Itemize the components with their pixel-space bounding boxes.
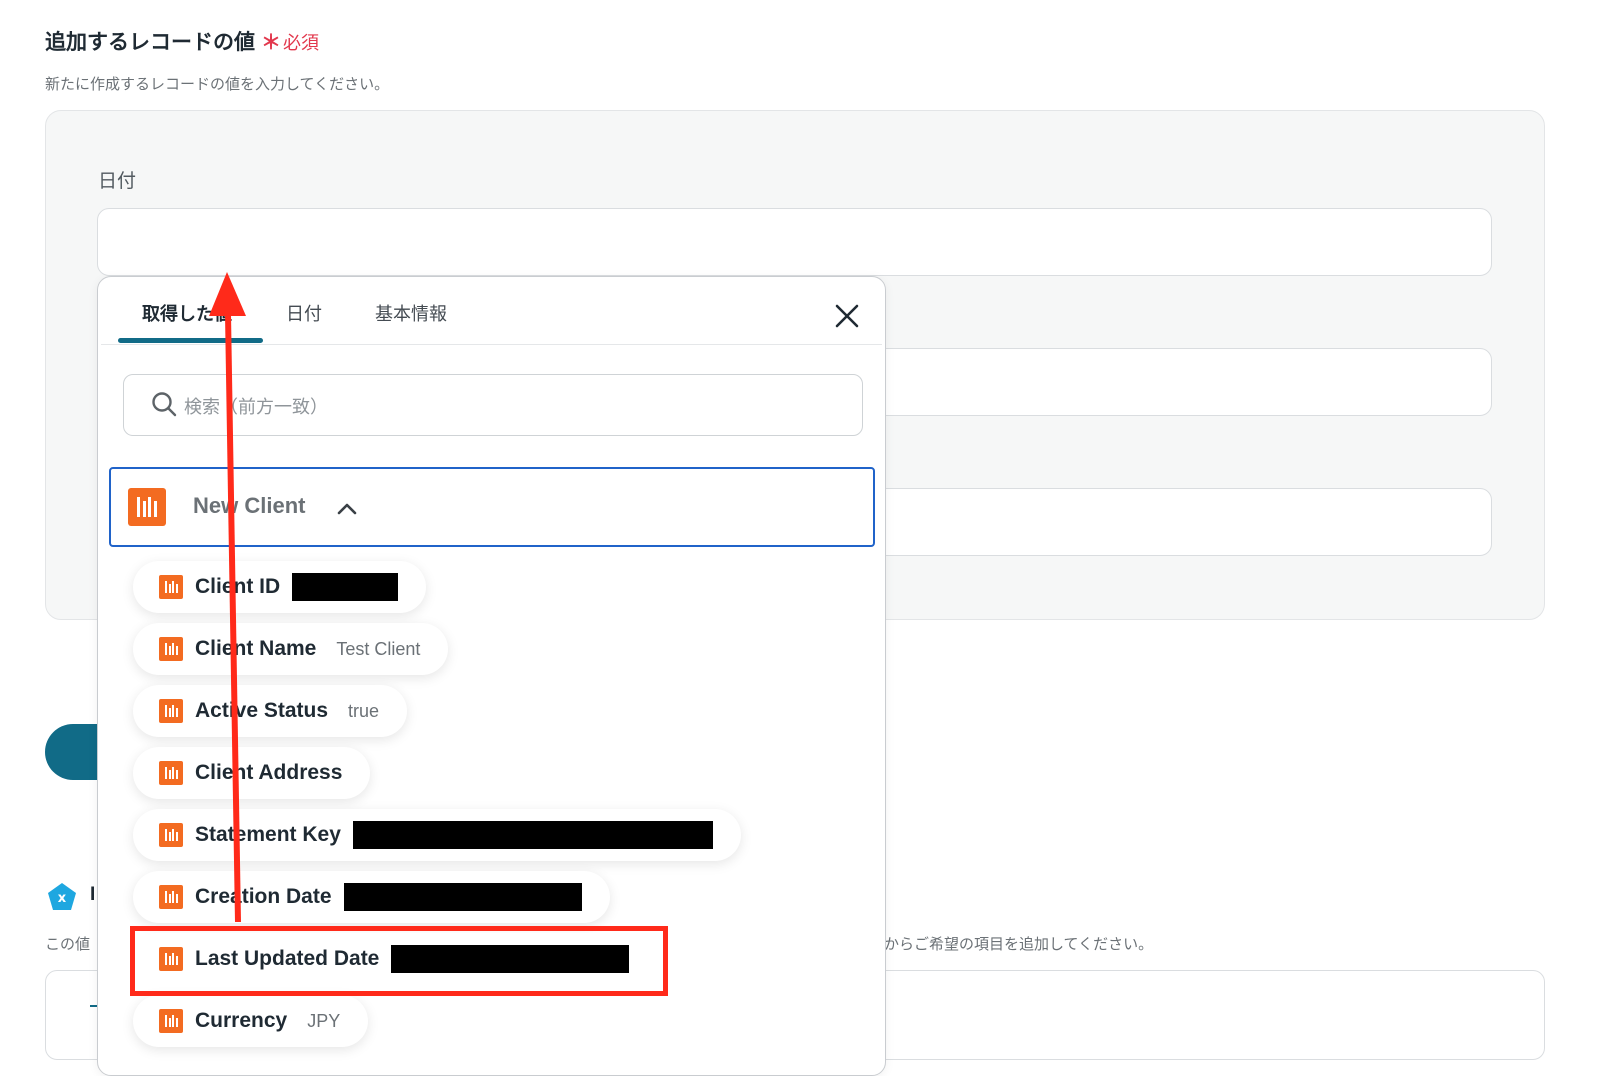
list-item-currency[interactable]: Currency JPY — [133, 995, 369, 1047]
item-name: Client Address — [195, 761, 343, 784]
app-logo-icon — [159, 699, 183, 723]
section-title-text: 追加するレコードの値 — [45, 31, 255, 54]
bottom-section-label: I — [90, 884, 96, 905]
item-name: Statement Key — [195, 823, 341, 846]
bottom-description-right: からご希望の項目を追加してください。 — [884, 936, 1154, 953]
list-item-active-status[interactable]: Active Status true — [133, 685, 408, 737]
app-logo-icon — [159, 761, 183, 785]
app-logo-icon — [159, 1009, 183, 1033]
app-logo-icon — [159, 885, 183, 909]
list-item-statement-key[interactable]: Statement Key — [133, 809, 741, 861]
section-description: 新たに作成するレコードの値を入力してください。 — [45, 76, 390, 93]
required-mark: ＊ — [261, 32, 281, 54]
date-field-label: 日付 — [98, 171, 137, 192]
app-logo-icon — [159, 575, 183, 599]
section-title: 追加するレコードの値 ＊必須 — [45, 26, 319, 56]
item-value: Test Client — [336, 638, 421, 659]
item-name: Currency — [195, 1009, 288, 1032]
list-item-client-id[interactable]: Client ID — [133, 561, 427, 613]
group-name: New Client — [193, 493, 306, 518]
active-tab-indicator — [118, 338, 263, 343]
item-value: JPY — [307, 1010, 341, 1031]
app-logo-icon — [159, 637, 183, 661]
item-name: Client Name — [195, 637, 317, 660]
field-input-3[interactable] — [860, 488, 1492, 556]
search-placeholder: 検索（前方一致） — [184, 397, 328, 417]
app-logo-icon — [128, 488, 166, 526]
tab-divider — [101, 344, 882, 345]
list-item-creation-date[interactable]: Creation Date — [133, 871, 610, 923]
svg-text:x: x — [58, 891, 67, 906]
tab-date[interactable]: 日付 — [286, 300, 322, 326]
app-pentagon-icon: x — [48, 883, 76, 910]
required-label: 必須 — [283, 33, 319, 53]
list-item-client-name[interactable]: Client Name Test Client — [133, 623, 449, 675]
redacted-value — [352, 821, 713, 849]
item-value: true — [348, 700, 380, 721]
redacted-value — [343, 883, 582, 911]
item-name: Client ID — [195, 575, 281, 598]
app-logo-icon — [159, 823, 183, 847]
redacted-value — [292, 573, 399, 601]
bottom-description-left: この値 — [45, 936, 91, 953]
close-icon[interactable] — [831, 300, 863, 332]
item-name: Creation Date — [195, 885, 332, 908]
tab-acquired-values[interactable]: 取得した値 — [142, 300, 232, 326]
search-icon — [152, 392, 177, 417]
chevron-up-icon[interactable] — [336, 500, 358, 516]
field-input-2[interactable] — [860, 348, 1492, 416]
date-input[interactable] — [97, 208, 1492, 276]
list-item-client-address[interactable]: Client Address — [133, 747, 371, 799]
item-name: Active Status — [195, 699, 329, 722]
tab-basic-info[interactable]: 基本情報 — [375, 300, 447, 326]
highlight-box — [130, 926, 668, 996]
